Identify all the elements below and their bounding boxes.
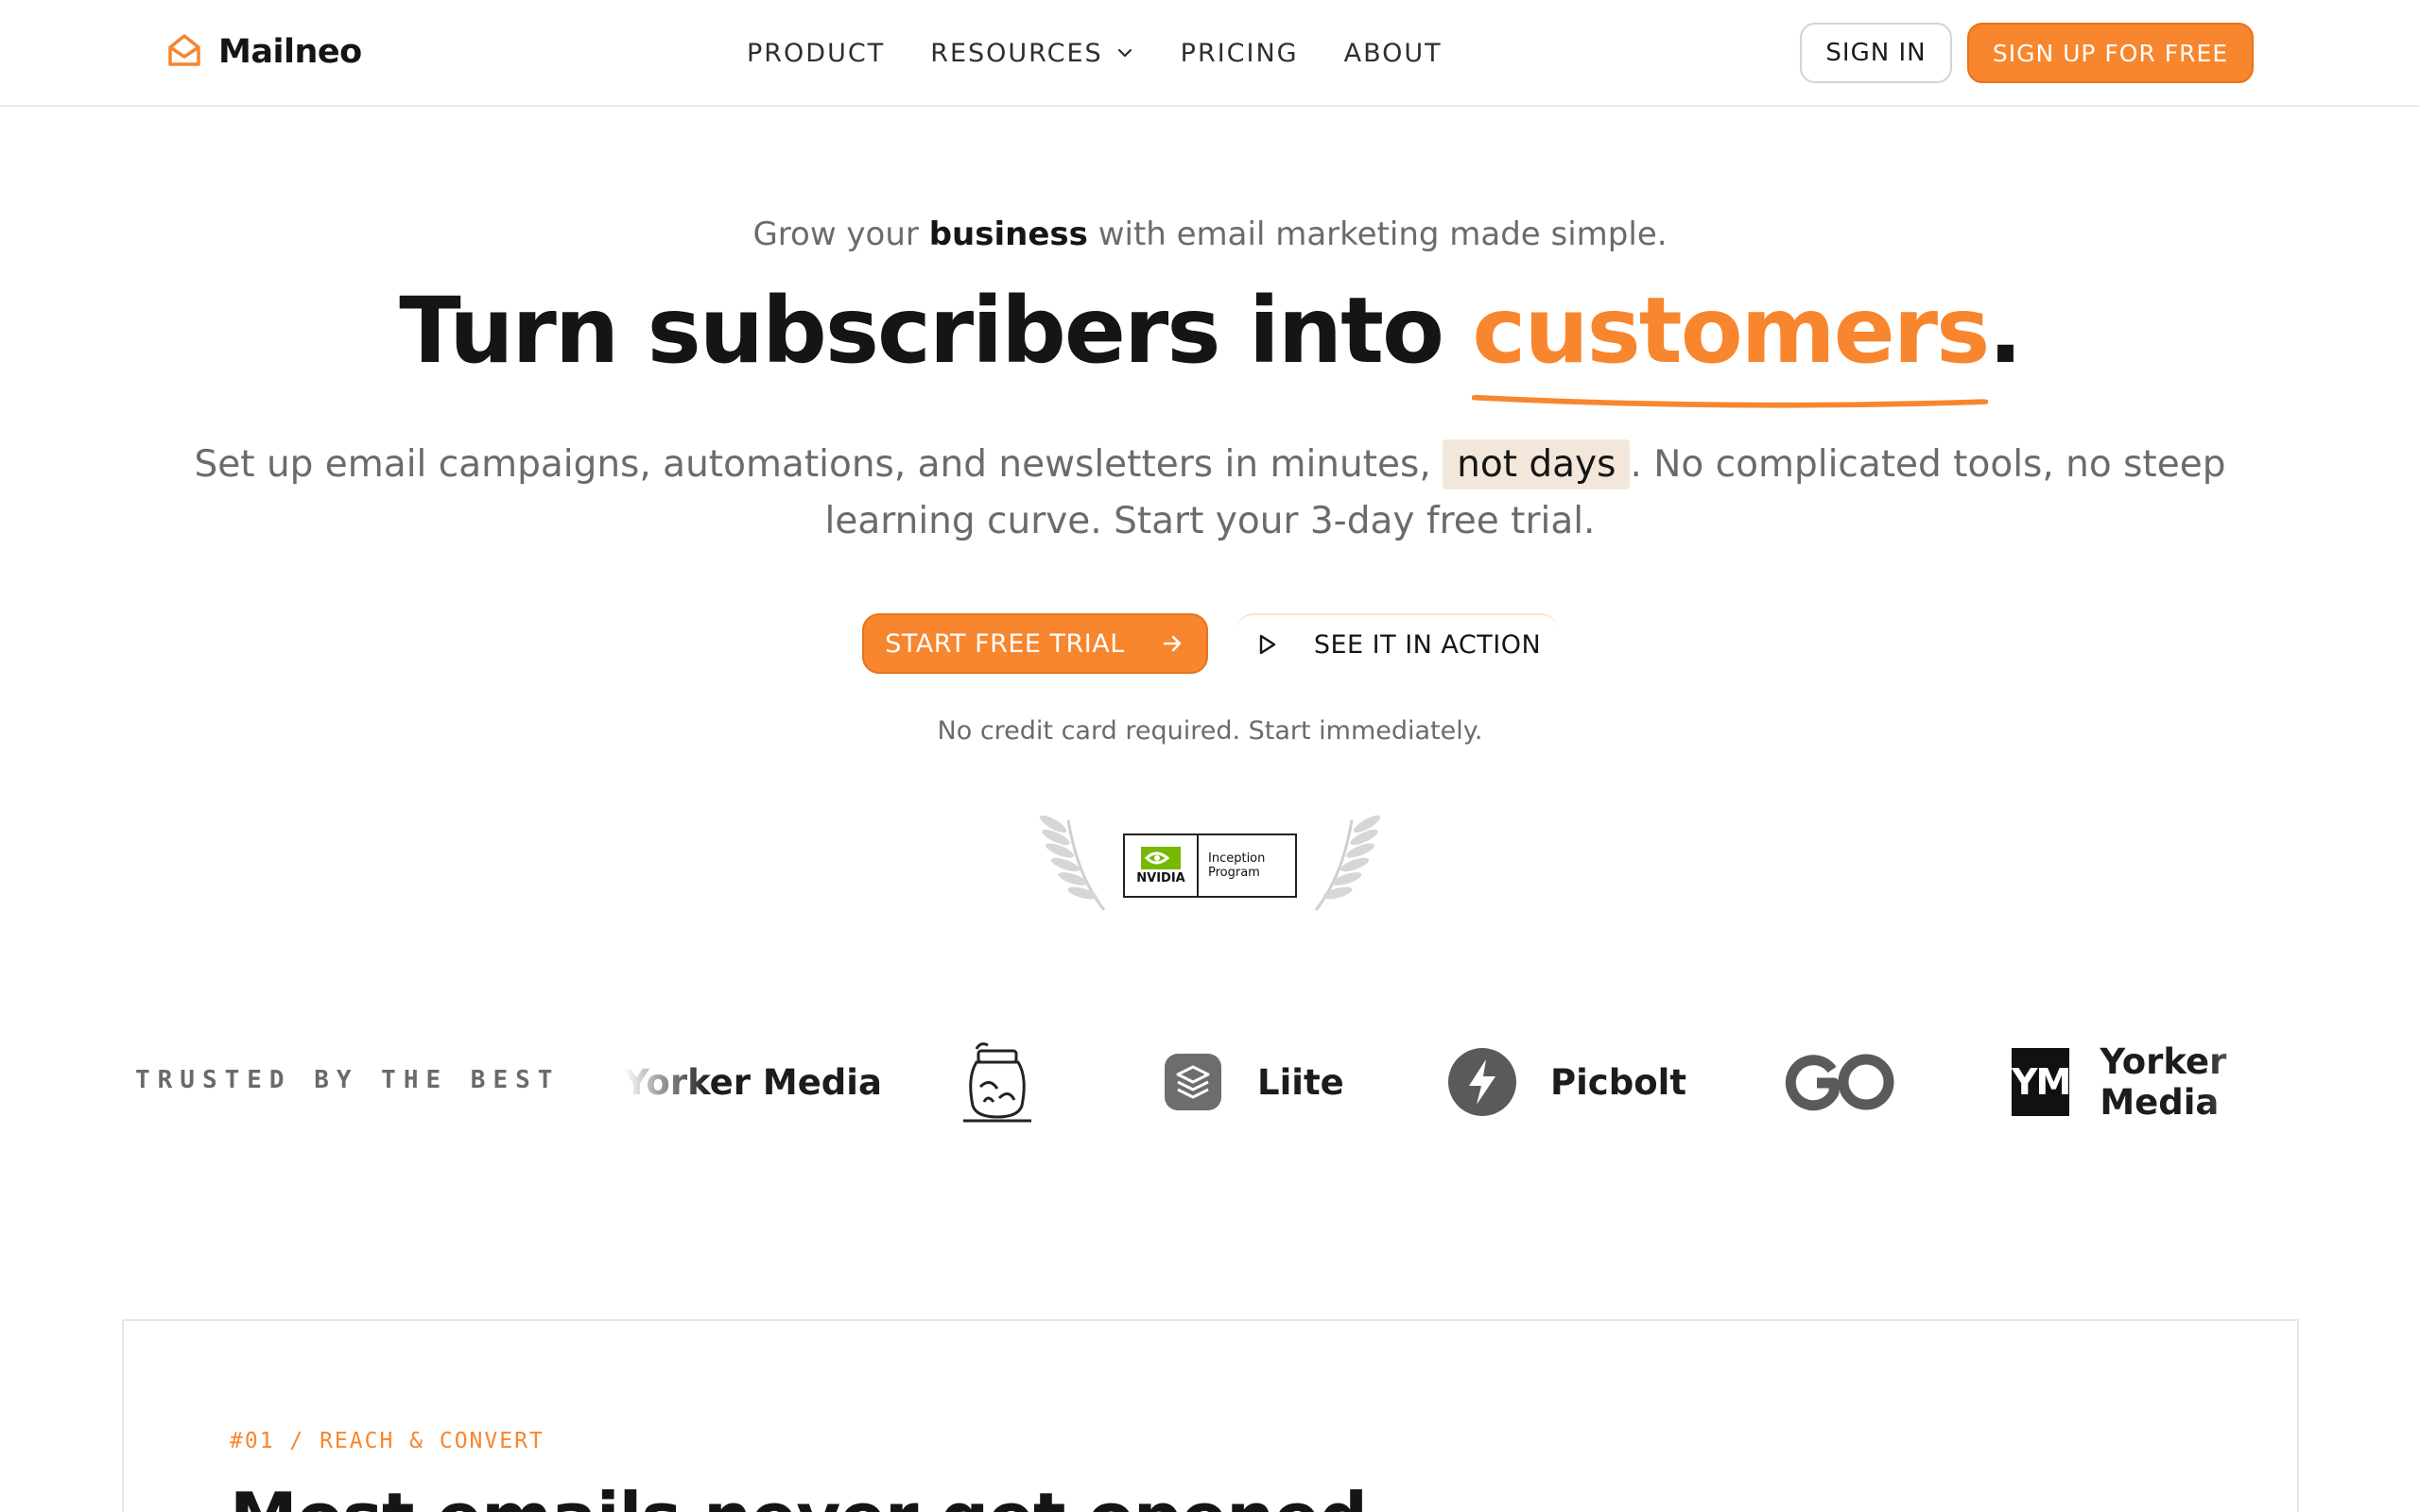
nvidia-inception-badge: NVIDIA Inception Program	[1040, 811, 1380, 915]
feature-tag: #01 / REACH & CONVERT	[230, 1429, 544, 1453]
layers-icon	[1165, 1054, 1221, 1110]
subtext-highlight: not days	[1443, 439, 1631, 490]
button-label: START FREE TRIAL	[885, 628, 1125, 659]
headline-text: .	[1988, 278, 2022, 384]
subtext-text: Set up email campaigns, automations, and…	[194, 443, 1443, 486]
nav-item-product[interactable]: PRODUCT	[747, 39, 885, 68]
nav-item-label: PRODUCT	[747, 38, 886, 68]
brand-logo[interactable]: Mailneo	[165, 30, 362, 74]
brand-name: Mailneo	[218, 33, 362, 71]
ym-logo-icon: YM	[2012, 1048, 2071, 1116]
nvidia-wordmark: NVIDIA	[1136, 870, 1185, 885]
trusted-by-label: TRUSTED BY THE BEST	[135, 1066, 561, 1094]
nav-item-label: RESOURCES	[930, 38, 1103, 68]
inception-badge-box: NVIDIA Inception Program	[1123, 833, 1297, 898]
nav-item-pricing[interactable]: PRICING	[1181, 39, 1299, 68]
jar-icon	[959, 1030, 1035, 1134]
nav-item-resources[interactable]: RESOURCES	[930, 39, 1134, 68]
program-line: Inception	[1208, 851, 1266, 866]
logo-wordmark: Liite	[1257, 1061, 1344, 1103]
hero-eyebrow: Grow your business with email marketing …	[0, 215, 2420, 253]
feature-title: Most emails never get opened.	[230, 1478, 1392, 1512]
headline-accent-text: customers	[1472, 278, 1990, 384]
program-label: Inception Program	[1199, 851, 1265, 880]
go-logo-icon	[1785, 1030, 1898, 1134]
marquee-fade-right	[2203, 1030, 2297, 1134]
customer-logo-marquee: Yorker Media Liite Picbolt YM Yorker Med…	[624, 1030, 2297, 1134]
program-line: Program	[1208, 866, 1260, 880]
laurel-left-icon	[1040, 815, 1106, 911]
logo-picbolt: Picbolt	[1448, 1030, 1686, 1134]
nav-item-label: PRICING	[1180, 38, 1299, 68]
underline-stroke	[1472, 394, 1989, 408]
eyebrow-text: Grow your	[752, 215, 929, 253]
hero-headline: Turn subscribers into customers.	[0, 274, 2420, 408]
no-credit-card-note: No credit card required. Start immediate…	[937, 716, 1483, 746]
logo-liite: Liite	[1165, 1030, 1344, 1134]
eyebrow-bold: business	[928, 215, 1088, 253]
eyebrow-text: with email marketing made simple.	[1087, 215, 1668, 253]
see-it-in-action-button[interactable]: SEE IT IN ACTION	[1236, 613, 1558, 674]
nvidia-eye-icon	[1141, 846, 1181, 869]
headline-text: Turn subscribers into	[399, 278, 1473, 384]
logo-wordmark: Picbolt	[1550, 1061, 1687, 1103]
feature-card: #01 / REACH & CONVERT Most emails never …	[122, 1319, 2299, 1512]
hero-subtext: Set up email campaigns, automations, and…	[123, 437, 2297, 550]
start-free-trial-button[interactable]: START FREE TRIAL	[862, 613, 1208, 674]
nvidia-logo: NVIDIA	[1125, 835, 1199, 896]
arrow-right-icon	[1163, 635, 1181, 652]
site-header: Mailneo PRODUCT RESOURCES PRICING ABOUT …	[0, 0, 2420, 107]
marquee-fade-left	[624, 1030, 709, 1134]
main-nav: PRODUCT RESOURCES PRICING ABOUT	[747, 36, 1488, 70]
button-label: SEE IT IN ACTION	[1313, 629, 1542, 660]
play-icon	[1259, 634, 1276, 655]
sign-up-button[interactable]: SIGN UP FOR FREE	[1967, 23, 2254, 83]
sign-in-button[interactable]: SIGN IN	[1800, 23, 1952, 83]
nav-item-label: ABOUT	[1343, 38, 1443, 68]
chevron-down-icon	[1117, 48, 1132, 58]
bolt-icon	[1448, 1048, 1516, 1116]
headline-accent: customers	[1472, 274, 1990, 408]
nav-item-about[interactable]: ABOUT	[1344, 39, 1443, 68]
laurel-right-icon	[1314, 815, 1380, 911]
envelope-icon	[165, 31, 218, 73]
